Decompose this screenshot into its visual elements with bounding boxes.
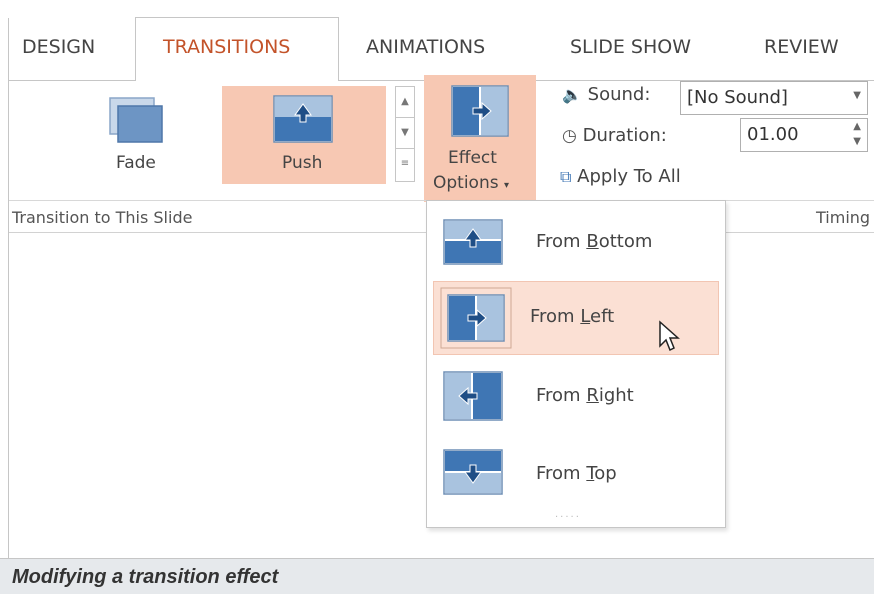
clock-icon: ◷	[562, 126, 577, 146]
caption: Modifying a transition effect	[12, 566, 279, 588]
tab-transitions[interactable]: TRANSITIONS	[163, 36, 290, 60]
apply-all-icon: ⧉	[560, 167, 572, 186]
gallery-scroll: ▲ ▼ ≡	[395, 86, 415, 182]
tab-divider	[8, 80, 136, 81]
fade-label: Fade	[116, 153, 156, 173]
duration-value: 01.00	[747, 124, 799, 145]
tab-animations[interactable]: ANIMATIONS	[366, 36, 485, 60]
mouse-cursor-icon	[659, 320, 680, 352]
effect-options-label-1: Effect	[448, 148, 497, 168]
gallery-down-button[interactable]: ▼	[396, 118, 414, 149]
menu-item-from-left[interactable]: From Left	[433, 281, 719, 355]
menu-item-label: From Left	[530, 306, 615, 327]
sound-row: 🔈 Sound:	[562, 84, 650, 105]
menu-item-from-right[interactable]: From Right	[433, 359, 719, 433]
duration-label: Duration:	[582, 125, 667, 146]
effect-options-button[interactable]: Effect Options ▾	[424, 75, 536, 202]
duration-row: ◷ Duration:	[562, 125, 667, 146]
chevron-down-icon[interactable]: ▼	[853, 90, 861, 101]
sound-value: [No Sound]	[687, 87, 788, 108]
push-from-top-icon	[443, 449, 503, 495]
push-from-left-icon	[440, 287, 512, 349]
push-from-bottom-icon	[443, 219, 503, 265]
menu-item-label: From Bottom	[536, 231, 653, 252]
menu-item-from-top[interactable]: From Top	[433, 437, 719, 511]
effect-options-menu: From Bottom From Left From Right From To…	[426, 200, 726, 528]
chevron-down-icon: ▾	[504, 180, 510, 191]
speaker-icon: 🔈	[562, 85, 582, 104]
duration-field[interactable]: 01.00 ▲ ▼	[740, 118, 868, 152]
powerpoint-window: DESIGN TRANSITIONS ANIMATIONS SLIDE SHOW…	[0, 0, 874, 594]
apply-to-all-button[interactable]: ⧉ Apply To All	[560, 166, 681, 187]
effect-options-label-2: Options ▾	[433, 173, 510, 193]
apply-all-label: Apply To All	[577, 166, 681, 187]
frame-border	[8, 18, 9, 558]
push-from-left-icon	[451, 85, 509, 137]
transition-group-label: Transition to This Slide	[12, 208, 193, 227]
sound-label: Sound:	[587, 84, 651, 105]
timing-group-label: Timing	[816, 208, 871, 227]
gallery-more-button[interactable]: ≡	[396, 149, 414, 180]
menu-item-label: From Right	[536, 385, 634, 406]
tab-review[interactable]: REVIEW	[764, 36, 839, 60]
tab-slide-show[interactable]: SLIDE SHOW	[570, 36, 691, 60]
push-from-right-icon	[443, 371, 503, 421]
menu-resize-grip[interactable]: .....	[555, 509, 581, 520]
menu-item-label: From Top	[536, 463, 617, 484]
menu-item-from-bottom[interactable]: From Bottom	[433, 205, 719, 279]
push-label: Push	[282, 153, 323, 173]
tab-design[interactable]: DESIGN	[22, 36, 95, 60]
stepper-icon[interactable]: ▲ ▼	[853, 119, 861, 149]
gallery-up-button[interactable]: ▲	[396, 87, 414, 118]
sound-select[interactable]: [No Sound] ▼	[680, 81, 868, 115]
